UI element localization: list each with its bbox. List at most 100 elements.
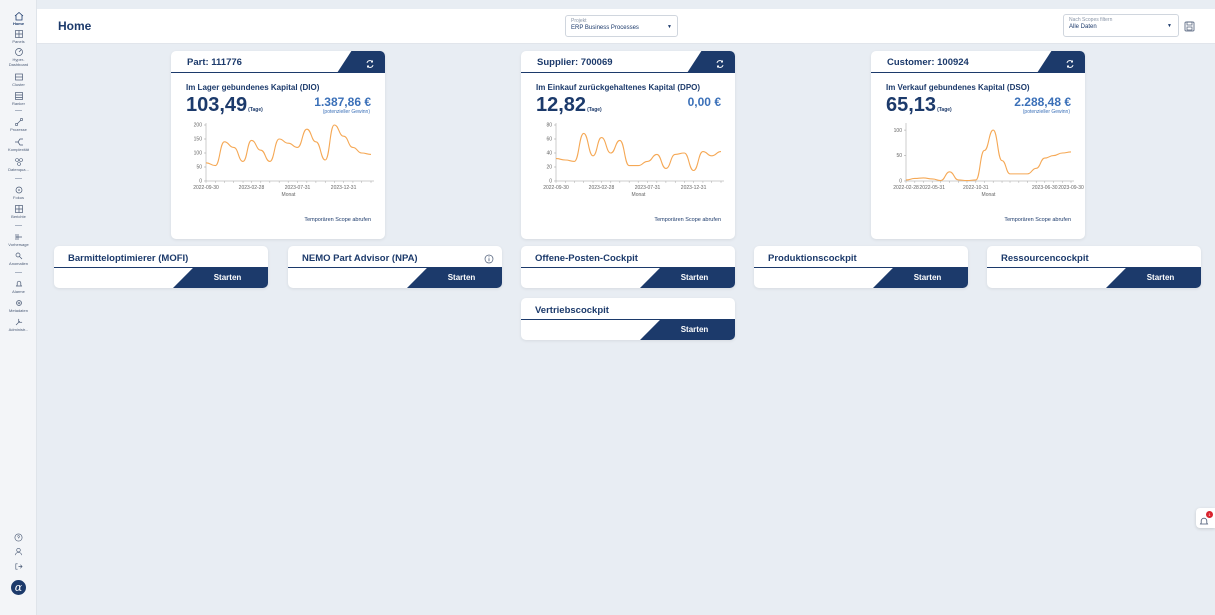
y-tick-label: 0 <box>549 179 552 185</box>
refresh-button[interactable] <box>1037 51 1085 73</box>
kpi-card-supplier: Supplier: 700069 Im Einkauf zurückgehalt… <box>521 51 735 239</box>
kpi-subtitle: Im Einkauf zurückgehaltenes Kapital (DPO… <box>536 83 701 92</box>
sidebar-item-ranker[interactable]: Ranker <box>0 91 37 106</box>
sidebar-item-datenqualitaet[interactable]: Datenqua... <box>0 157 37 172</box>
start-button[interactable]: Starten <box>173 267 268 288</box>
start-button[interactable]: Starten <box>640 267 735 288</box>
sidebar-item-label: Panels <box>12 39 25 44</box>
y-tick-label: 40 <box>546 151 552 157</box>
y-tick-label: 0 <box>199 179 202 185</box>
temp-scope-link[interactable]: Temporären Scope abrufen <box>1004 217 1071 223</box>
app-logo[interactable]: α <box>11 580 26 595</box>
sidebar-item-komplexitaet[interactable]: Komplexität <box>0 137 37 152</box>
kpi-value: 103,49(Tage) <box>186 94 263 117</box>
alarme-icon <box>0 279 37 289</box>
sidebar-item-label: Berichte <box>11 214 26 219</box>
sidebar-item-administration[interactable]: Administr... <box>0 317 37 332</box>
sidebar-item-vorhersage[interactable]: Vorhersage <box>0 232 37 247</box>
launcher-card-produktion: Produktionscockpit Starten <box>754 246 968 288</box>
sidebar-divider <box>15 110 22 111</box>
komplexitaet-icon <box>0 137 37 147</box>
fokus-icon <box>0 185 37 195</box>
scope-filter-select[interactable]: Nach Scopes filtern Alle Daten ▼ <box>1063 14 1179 37</box>
sidebar-divider <box>15 178 22 179</box>
sidebar-divider <box>15 225 22 226</box>
kpi-value-number: 12,82 <box>536 94 587 116</box>
kpi-value-number: 65,13 <box>886 94 937 116</box>
x-axis-title: Monat <box>982 192 997 198</box>
temp-scope-link[interactable]: Temporären Scope abrufen <box>304 217 371 223</box>
x-tick-label: 2023-09-30 <box>1058 185 1084 191</box>
y-tick-label: 50 <box>896 153 902 159</box>
sidebar-item-prozesse[interactable]: Prozesse <box>0 117 37 132</box>
help-button[interactable] <box>0 533 37 542</box>
launcher-card-vertrieb: Vertriebscockpit Starten <box>521 298 735 340</box>
scope-filter-value: Alle Daten <box>1069 24 1097 30</box>
x-tick-label: 2023-12-31 <box>331 185 357 191</box>
sidebar-item-metadaten[interactable]: Metadaten <box>0 298 37 313</box>
kpi-value: 65,13(Tage) <box>886 94 952 117</box>
anomalien-icon <box>0 251 37 261</box>
x-axis-title: Monat <box>282 192 297 198</box>
kpi-value: 12,82(Tage) <box>536 94 602 117</box>
sidebar-item-label: Anomalien <box>9 261 28 266</box>
help-icon <box>0 533 37 542</box>
start-button[interactable]: Starten <box>640 319 735 340</box>
kpi-amount: 2.288,48 € <box>1014 95 1071 109</box>
launcher-title: Produktionscockpit <box>768 253 857 264</box>
notifications-button[interactable]: 1 <box>1196 508 1215 528</box>
kpi-amount: 1.387,86 € <box>314 95 371 109</box>
start-button[interactable]: Starten <box>407 267 502 288</box>
sidebar-item-label: Fokus <box>13 195 24 200</box>
sidebar-item-home[interactable]: Home <box>0 11 37 26</box>
logout-button[interactable] <box>0 562 37 571</box>
save-icon[interactable] <box>1184 19 1195 37</box>
kpi-amount-hint: (potenzieller Gewinn) <box>322 109 370 115</box>
y-tick-label: 0 <box>899 179 902 185</box>
administration-icon <box>0 317 37 327</box>
sidebar-item-label: Prozesse <box>10 127 27 132</box>
sidebar-item-hyper-dashboard[interactable]: Hyper- Dashboard <box>0 47 37 67</box>
ranker-icon <box>0 91 37 101</box>
x-tick-label: 2022-09-30 <box>193 185 219 191</box>
sidebar-item-label: Home <box>12 21 25 26</box>
launcher-card-offene-posten: Offene-Posten-Cockpit Starten <box>521 246 735 288</box>
logout-icon <box>0 562 37 571</box>
chevron-down-icon: ▼ <box>667 24 672 30</box>
y-tick-label: 100 <box>194 151 203 157</box>
x-tick-label: 2023-06-30 <box>1032 185 1058 191</box>
series-line <box>205 124 372 167</box>
sidebar-item-berichte[interactable]: Berichte <box>0 204 37 219</box>
sidebar-item-label: Alarme <box>12 289 25 294</box>
series-line <box>555 132 722 172</box>
start-button[interactable]: Starten <box>1106 267 1201 288</box>
sidebar-item-fokus[interactable]: Fokus <box>0 185 37 200</box>
temp-scope-link[interactable]: Temporären Scope abrufen <box>654 217 721 223</box>
x-tick-label: 2022-05-31 <box>919 185 945 191</box>
vorhersage-icon <box>0 232 37 242</box>
project-select-value: ERP Business Processes <box>571 25 639 31</box>
sidebar-item-label: Komplexität <box>8 147 29 152</box>
refresh-button[interactable] <box>687 51 735 73</box>
project-select[interactable]: Projekt ERP Business Processes ▼ <box>565 15 678 37</box>
sidebar-item-panels[interactable]: Panels <box>0 29 37 44</box>
refresh-button[interactable] <box>337 51 385 73</box>
scope-filter-label: Nach Scopes filtern <box>1069 17 1113 23</box>
divider <box>871 72 1085 73</box>
kpi-line-chart: 0 20 40 60 80 2022-09-30 2023-02-28 2023-07-31 2… <box>543 123 724 198</box>
launcher-card-ressourcen: Ressourcencockpit Starten <box>987 246 1201 288</box>
x-tick-label: 2022-09-30 <box>543 185 569 191</box>
x-tick-label: 2023-07-31 <box>285 185 311 191</box>
sidebar-item-alarme[interactable]: Alarme <box>0 279 37 294</box>
user-button[interactable] <box>0 547 37 556</box>
sidebar-item-anomalien[interactable]: Anomalien <box>0 251 37 266</box>
start-button[interactable]: Starten <box>873 267 968 288</box>
kpi-value-unit: (Tage) <box>248 107 263 113</box>
sidebar-item-cluster[interactable]: Cluster <box>0 72 37 87</box>
kpi-value-unit: (Tage) <box>587 107 602 113</box>
kpi-card-title: Customer: 100924 <box>887 57 969 68</box>
x-tick-label: 2022-10-31 <box>963 185 989 191</box>
y-tick-label: 80 <box>546 123 552 129</box>
kpi-amount: 0,00 € <box>687 95 721 109</box>
y-tick-label: 150 <box>194 137 203 143</box>
